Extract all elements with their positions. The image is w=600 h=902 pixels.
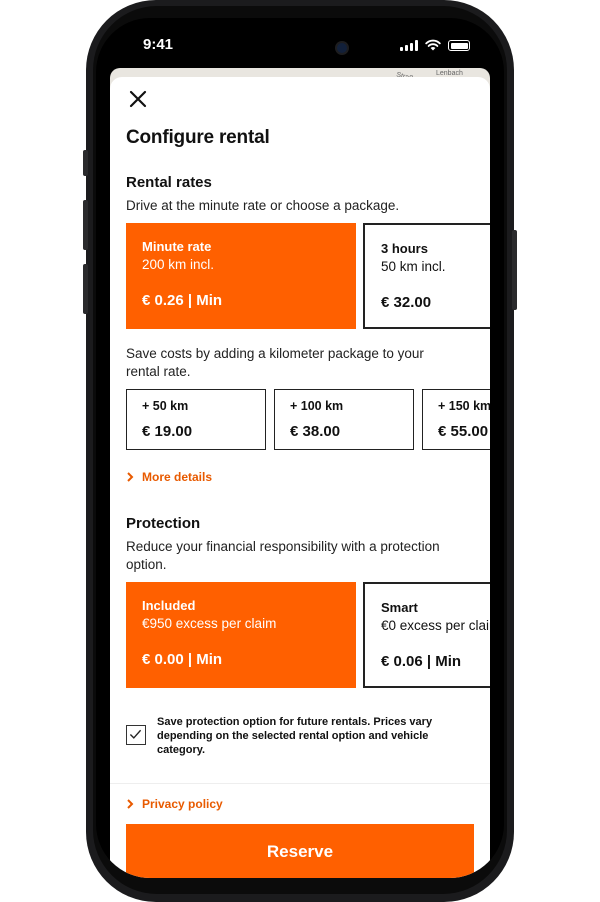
status-bar: 9:41 (96, 18, 504, 68)
option-name: Smart (381, 600, 418, 615)
front-camera (337, 43, 347, 53)
option-subtitle: €950 excess per claim (142, 616, 277, 631)
privacy-policy-link[interactable]: Privacy policy (126, 797, 223, 811)
option-name: 3 hours (381, 241, 428, 256)
power-button (512, 230, 517, 310)
checkmark-icon (129, 729, 142, 739)
status-time: 9:41 (143, 36, 174, 53)
km-package-50[interactable]: + 50 km € 19.00 (126, 389, 266, 450)
km-package-name: + 100 km (290, 399, 344, 413)
km-package-price: € 19.00 (142, 423, 193, 440)
option-price: € 0.06 | Min (381, 653, 462, 670)
km-package-name: + 50 km (142, 399, 189, 413)
wifi-icon (425, 39, 441, 51)
mute-switch (83, 150, 88, 176)
save-protection-checkbox[interactable] (126, 725, 146, 745)
option-subtitle: 50 km incl. (381, 259, 446, 274)
km-package-150[interactable]: + 150 km € 55.00 (422, 389, 490, 450)
divider (110, 783, 490, 784)
reserve-button[interactable]: Reserve (126, 824, 474, 878)
battery-icon (448, 40, 470, 51)
rate-option-3-hours[interactable]: 3 hours 50 km incl. € 32.00 (363, 223, 490, 329)
volume-up-button (83, 200, 88, 250)
km-package-100[interactable]: + 100 km € 38.00 (274, 389, 414, 450)
option-subtitle: €0 excess per claim (381, 618, 490, 633)
option-price: € 32.00 (381, 294, 432, 311)
more-details-link[interactable]: More details (126, 470, 212, 484)
volume-down-button (83, 264, 88, 314)
protection-option-included[interactable]: Included €950 excess per claim € 0.00 | … (126, 582, 356, 688)
protection-heading: Protection (126, 515, 201, 532)
rental-config-sheet: Configure rental Rental rates Drive at t… (110, 77, 490, 878)
sheet-content: Configure rental Rental rates Drive at t… (110, 77, 490, 878)
cellular-icon (400, 40, 418, 51)
km-package-name: + 150 km (438, 399, 490, 413)
rental-rates-heading: Rental rates (126, 174, 212, 191)
privacy-policy-label: Privacy policy (142, 797, 223, 811)
option-price: € 0.00 | Min (142, 651, 223, 668)
map-road-label: Lenbach (436, 70, 463, 77)
option-name: Included (142, 598, 196, 613)
option-price: € 0.26 | Min (142, 292, 223, 309)
more-details-label: More details (142, 470, 213, 484)
protection-option-smart[interactable]: Smart €0 excess per claim € 0.06 | Min (363, 582, 490, 688)
chevron-right-icon (127, 799, 134, 809)
save-protection-label: Save protection option for future rental… (157, 716, 433, 756)
km-package-price: € 38.00 (290, 423, 341, 440)
rate-option-minute[interactable]: Minute rate 200 km incl. € 0.26 | Min (126, 223, 356, 329)
status-icons (400, 39, 470, 51)
option-name: Minute rate (142, 239, 212, 254)
phone-screen: 9:41 Straße Lenbach Configure rental Ren… (96, 18, 504, 878)
protection-description: Reduce your financial responsibility wit… (126, 539, 440, 572)
page-title: Configure rental (126, 127, 270, 148)
close-icon[interactable] (126, 87, 150, 111)
km-package-description: Save costs by adding a kilometer package… (126, 346, 424, 379)
option-subtitle: 200 km incl. (142, 257, 215, 272)
rental-rates-description: Drive at the minute rate or choose a pac… (126, 198, 400, 213)
km-package-price: € 55.00 (438, 423, 489, 440)
chevron-right-icon (127, 472, 134, 482)
